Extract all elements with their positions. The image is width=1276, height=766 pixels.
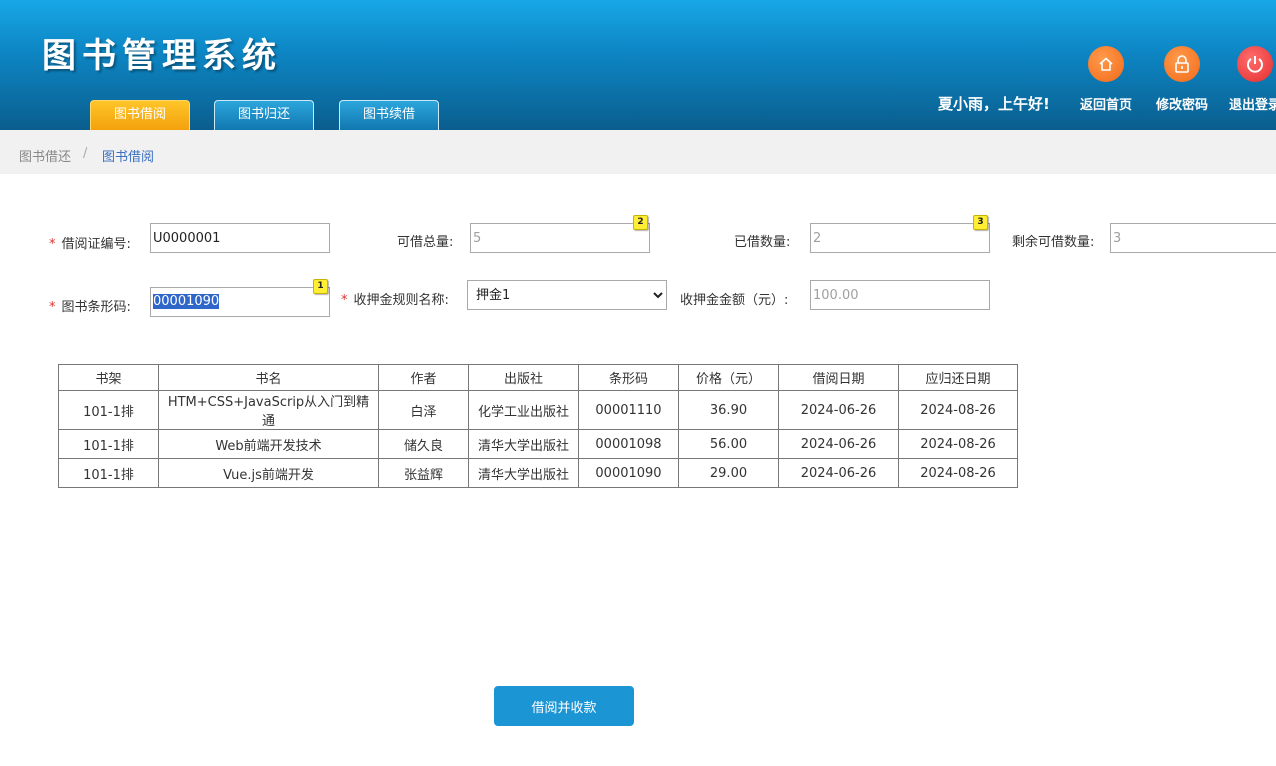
- home-icon: [1088, 46, 1124, 82]
- cell-publisher: 清华大学出版社: [468, 458, 579, 488]
- cell-price: 29.00: [678, 458, 779, 488]
- cell-due-date: 2024-08-26: [898, 429, 1018, 459]
- borrow-table: 书架 书名 作者 出版社 条形码 价格（元） 借阅日期 应归还日期 101-1排…: [58, 364, 1018, 488]
- cell-author: 白泽: [378, 390, 469, 430]
- table-row[interactable]: 101-1排 Web前端开发技术 储久良 清华大学出版社 00001098 56…: [58, 429, 1018, 459]
- barcode-value: 00001090: [153, 294, 220, 309]
- breadcrumb-parent[interactable]: 图书借还: [19, 146, 71, 165]
- logout-label: 退出登录: [1228, 98, 1276, 113]
- deposit-amount-input[interactable]: [810, 280, 990, 310]
- deposit-rule-label: * 收押金规则名称:: [341, 293, 449, 308]
- col-author: 作者: [378, 364, 469, 391]
- barcode-label: * 图书条形码:: [49, 300, 131, 315]
- cell-price: 36.90: [678, 390, 779, 430]
- hint-badge-2: 2: [633, 215, 648, 230]
- cell-author: 储久良: [378, 429, 469, 459]
- logout-button[interactable]: 退出登录: [1220, 46, 1276, 113]
- cell-title: Vue.js前端开发: [158, 458, 379, 488]
- cell-borrow-date: 2024-06-26: [778, 429, 899, 459]
- cell-barcode: 00001090: [578, 458, 679, 488]
- cell-title: HTM+CSS+JavaScrip从入门到精通: [158, 390, 379, 430]
- breadcrumb-current: 图书借阅: [102, 150, 155, 165]
- tab-return[interactable]: 图书归还: [214, 100, 314, 130]
- breadcrumb: 图书借还 / 图书借阅: [0, 130, 1276, 174]
- cell-due-date: 2024-08-26: [898, 390, 1018, 430]
- hint-badge-1: 1: [313, 279, 328, 294]
- deposit-amount-label: 收押金金额（元）:: [680, 293, 789, 308]
- barcode-input[interactable]: 00001090: [150, 287, 330, 317]
- change-password-button[interactable]: 修改密码: [1147, 46, 1217, 113]
- cell-barcode: 00001098: [578, 429, 679, 459]
- borrow-and-pay-button[interactable]: 借阅并收款: [494, 686, 634, 726]
- card-no-label: * 借阅证编号:: [49, 237, 131, 252]
- col-barcode: 条形码: [578, 364, 679, 391]
- borrowed-input[interactable]: [810, 223, 990, 253]
- greeting-text: 夏小雨，上午好!: [938, 95, 1050, 113]
- cell-shelf: 101-1排: [58, 458, 159, 488]
- cell-title: Web前端开发技术: [158, 429, 379, 459]
- total-label: 可借总量:: [397, 235, 454, 250]
- breadcrumb-separator: /: [83, 146, 88, 161]
- app-title: 图书管理系统: [42, 36, 282, 76]
- cell-borrow-date: 2024-06-26: [778, 458, 899, 488]
- table-header-row: 书架 书名 作者 出版社 条形码 价格（元） 借阅日期 应归还日期: [58, 364, 1018, 391]
- remaining-input[interactable]: [1110, 223, 1276, 253]
- home-button-label: 返回首页: [1079, 98, 1132, 113]
- change-password-label: 修改密码: [1155, 98, 1208, 113]
- home-button[interactable]: 返回首页: [1071, 46, 1141, 113]
- deposit-rule-select[interactable]: 押金1: [467, 280, 667, 310]
- cell-barcode: 00001110: [578, 390, 679, 430]
- lock-icon: [1164, 46, 1200, 82]
- hint-badge-3: 3: [973, 215, 988, 230]
- col-title: 书名: [158, 364, 379, 391]
- borrowed-label: 已借数量:: [734, 235, 791, 250]
- col-due-date: 应归还日期: [898, 364, 1018, 391]
- col-borrow-date: 借阅日期: [778, 364, 899, 391]
- cell-shelf: 101-1排: [58, 390, 159, 430]
- col-shelf: 书架: [58, 364, 159, 391]
- table-row[interactable]: 101-1排 HTM+CSS+JavaScrip从入门到精通 白泽 化学工业出版…: [58, 390, 1018, 430]
- card-no-input[interactable]: [150, 223, 330, 253]
- table-row[interactable]: 101-1排 Vue.js前端开发 张益辉 清华大学出版社 00001090 2…: [58, 458, 1018, 488]
- cell-borrow-date: 2024-06-26: [778, 390, 899, 430]
- total-input[interactable]: [470, 223, 650, 253]
- power-icon: [1237, 46, 1273, 82]
- cell-publisher: 化学工业出版社: [468, 390, 579, 430]
- cell-publisher: 清华大学出版社: [468, 429, 579, 459]
- col-publisher: 出版社: [468, 364, 579, 391]
- cell-due-date: 2024-08-26: [898, 458, 1018, 488]
- header: 图书管理系统 图书借阅 图书归还 图书续借 夏小雨，上午好! 返回首页 修改密码…: [0, 0, 1276, 130]
- cell-author: 张益辉: [378, 458, 469, 488]
- tab-renew[interactable]: 图书续借: [339, 100, 439, 130]
- cell-price: 56.00: [678, 429, 779, 459]
- remaining-label: 剩余可借数量:: [1012, 235, 1095, 250]
- col-price: 价格（元）: [678, 364, 779, 391]
- cell-shelf: 101-1排: [58, 429, 159, 459]
- tab-borrow[interactable]: 图书借阅: [90, 100, 190, 130]
